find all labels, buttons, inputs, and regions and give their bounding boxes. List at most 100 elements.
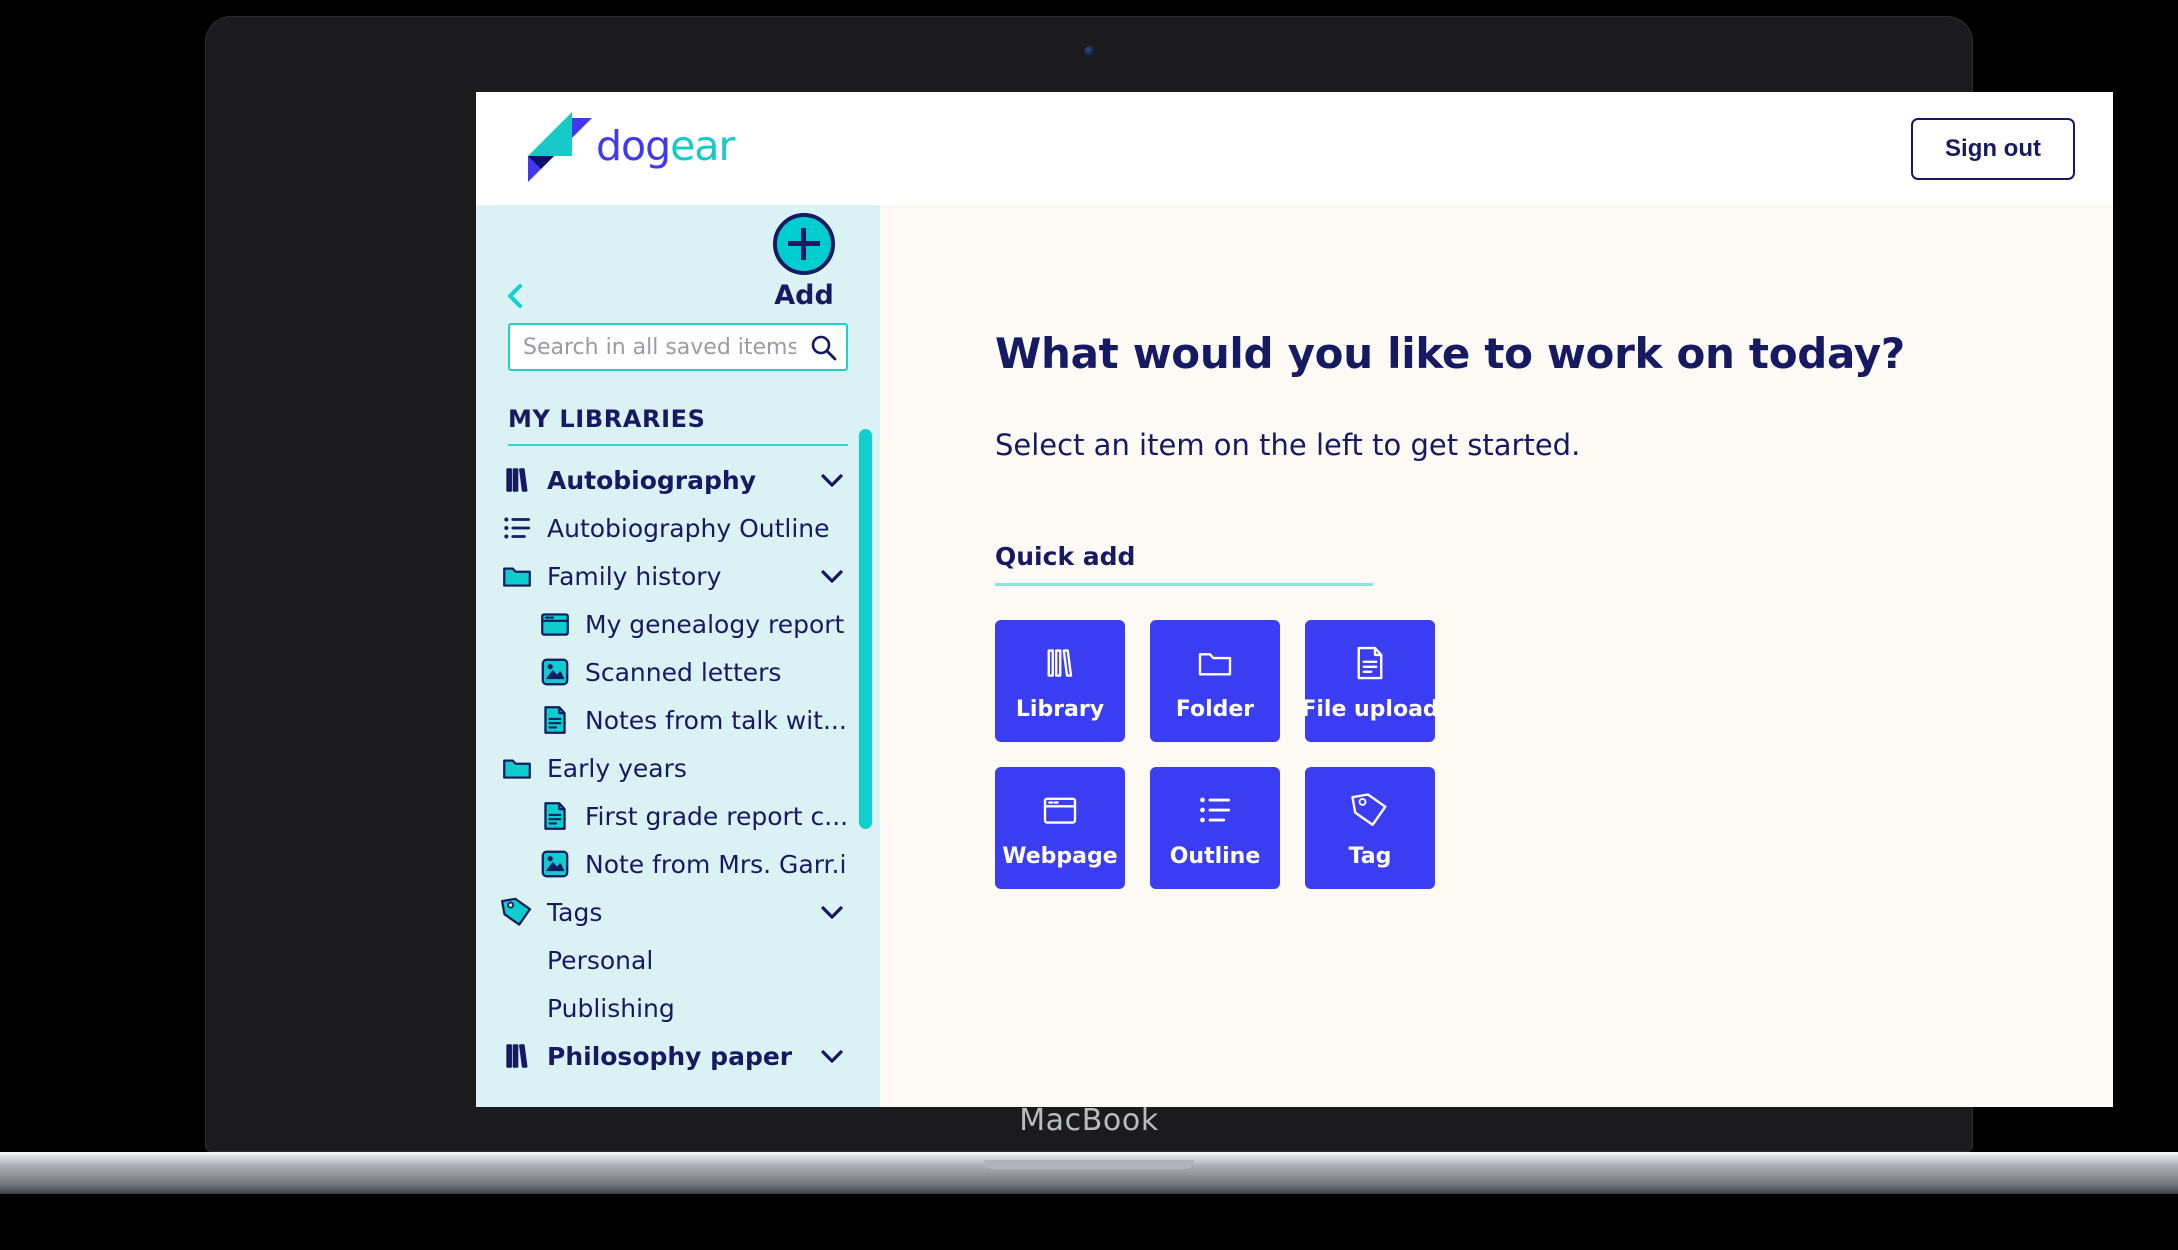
libraries-heading: MY LIBRARIES <box>508 405 848 446</box>
quick-add-tile-library[interactable]: Library <box>995 620 1125 742</box>
document-icon <box>544 802 566 830</box>
webpage-icon-wrapper <box>1040 788 1080 832</box>
dogear-wordmark: dogear <box>596 126 735 171</box>
app-body: Add MY LIBRARIES Autobiograp <box>476 205 2113 1107</box>
collapse-sidebar-button[interactable] <box>498 279 532 313</box>
app-header: dogear Sign out <box>476 92 2113 205</box>
page-title: What would you like to work on today? <box>995 329 1905 378</box>
tag-icon <box>501 897 532 926</box>
tree-item-label: My genealogy report <box>585 609 845 639</box>
quick-add-tile-label: Tag <box>1348 843 1392 869</box>
document-icon-wrapper <box>538 799 572 833</box>
document-icon-wrapper <box>538 703 572 737</box>
quick-add-label: Quick add <box>995 542 1373 586</box>
quick-add-tile-label: Library <box>1015 696 1105 722</box>
tree-item[interactable]: Philosophy paper <box>476 1032 880 1080</box>
quick-add-tile-folder[interactable]: Folder <box>1150 620 1280 742</box>
search-box <box>508 323 848 371</box>
tree-item-label: Personal <box>547 945 654 975</box>
tree-item-label: Family history <box>547 561 722 591</box>
search-input[interactable] <box>508 323 848 371</box>
folder-icon-wrapper <box>500 751 534 785</box>
browser-viewport: dogear Sign out Add Search in all saved … <box>476 92 2113 1107</box>
tree-item[interactable]: Autobiography <box>476 456 880 504</box>
quick-add-tile-file-upload[interactable]: File upload <box>1301 620 1439 742</box>
tree-item[interactable]: Publishing <box>476 984 880 1032</box>
laptop-scene: dogear Sign out Add Search in all saved … <box>0 0 2178 1250</box>
quick-add-tile-grid: Library Folder File upload Webpage Outlin… <box>995 620 2113 889</box>
tree-item-label: Publishing <box>547 993 675 1023</box>
library-icon <box>506 468 528 492</box>
tree-item[interactable]: Tags <box>476 888 880 936</box>
macbook-label: MacBook <box>1019 1103 1159 1138</box>
quick-add-tile-outline[interactable]: Outline <box>1150 767 1280 889</box>
library-icon <box>506 1044 528 1068</box>
library-icon-wrapper <box>500 1039 534 1073</box>
image-icon-wrapper <box>538 655 572 689</box>
outline-icon <box>504 517 531 539</box>
quick-add-tile-label: Outline <box>1169 843 1261 869</box>
laptop-base <box>0 1152 2178 1194</box>
folder-icon-wrapper <box>500 559 534 593</box>
dogear-logo-icon <box>528 111 592 182</box>
laptop-lid: dogear Sign out Add Search in all saved … <box>205 16 2113 1152</box>
tree-item-label: Early years <box>547 753 687 783</box>
quick-add-tile-tag[interactable]: Tag <box>1305 767 1435 889</box>
tag-icon-wrapper <box>1350 788 1390 832</box>
library-icon-wrapper <box>500 463 534 497</box>
chevron-left-icon <box>508 284 522 308</box>
chevron-down-icon <box>821 906 843 919</box>
quick-add-tile-webpage[interactable]: Webpage <box>995 767 1125 889</box>
tree-item-label: Scanned letters <box>585 657 782 687</box>
folder-icon-wrapper <box>1195 641 1235 685</box>
tree-item[interactable]: Scanned letters <box>476 648 880 696</box>
tree-item-label: First grade report c... <box>585 801 846 831</box>
chevron-down-icon <box>821 570 843 583</box>
logo-word-dog: dog <box>596 122 671 170</box>
add-button-label: Add <box>774 280 834 311</box>
logo-word-ear: ear <box>670 122 735 170</box>
image-icon <box>541 850 569 878</box>
webpage-icon-wrapper <box>538 607 572 641</box>
library-tree: Autobiography Autobiography Outline Famil… <box>476 456 880 1080</box>
quick-add-tile-label: Webpage <box>1002 843 1118 869</box>
tree-item[interactable]: Family history <box>476 552 880 600</box>
search-button[interactable] <box>808 332 838 362</box>
sidebar-scrollbar[interactable] <box>859 429 872 829</box>
search-icon <box>811 335 837 361</box>
webpage-icon <box>1043 797 1077 824</box>
tree-item[interactable]: Note from Mrs. Garr.i... <box>476 840 880 888</box>
outline-icon-wrapper <box>1195 788 1235 832</box>
tree-item[interactable]: Early years <box>476 744 880 792</box>
document-icon-wrapper <box>1350 641 1390 685</box>
tree-item[interactable]: Personal <box>476 936 880 984</box>
tree-item-label: Autobiography <box>547 465 756 495</box>
image-icon-wrapper <box>538 847 572 881</box>
quick-add-tile-label: File upload <box>1301 696 1439 722</box>
tree-item[interactable]: First grade report c... <box>476 792 880 840</box>
tree-item-label: Note from Mrs. Garr.i... <box>585 849 846 879</box>
document-icon <box>544 706 566 734</box>
dogear-logo[interactable]: dogear <box>524 108 735 190</box>
tree-item[interactable]: My genealogy report <box>476 600 880 648</box>
quick-add-section: Quick add Library Folder File upload Webp… <box>995 542 2113 889</box>
page-subtitle: Select an item on the left to get starte… <box>995 428 1581 462</box>
main-content: What would you like to work on today? Se… <box>880 205 2113 1107</box>
image-icon <box>541 658 569 686</box>
tree-item[interactable]: Notes from talk wit... <box>476 696 880 744</box>
tag-icon-wrapper <box>500 895 534 929</box>
add-button[interactable]: Add <box>750 213 858 311</box>
library-icon <box>1047 648 1073 677</box>
folder-icon <box>1198 652 1232 675</box>
sign-out-button[interactable]: Sign out <box>1911 117 2075 180</box>
webpage-icon <box>541 613 569 636</box>
sidebar-header: Add <box>476 205 880 323</box>
chevron-down-icon <box>821 1050 843 1063</box>
tree-item[interactable]: Autobiography Outline <box>476 504 880 552</box>
tree-item-label: Autobiography Outline <box>547 513 830 543</box>
tree-item-label: Tags <box>547 897 603 927</box>
tree-item-label: Notes from talk wit... <box>585 705 846 735</box>
folder-icon <box>503 759 531 779</box>
quick-add-tile-label: Folder <box>1175 696 1255 722</box>
sidebar: Add MY LIBRARIES Autobiograp <box>476 205 880 1107</box>
